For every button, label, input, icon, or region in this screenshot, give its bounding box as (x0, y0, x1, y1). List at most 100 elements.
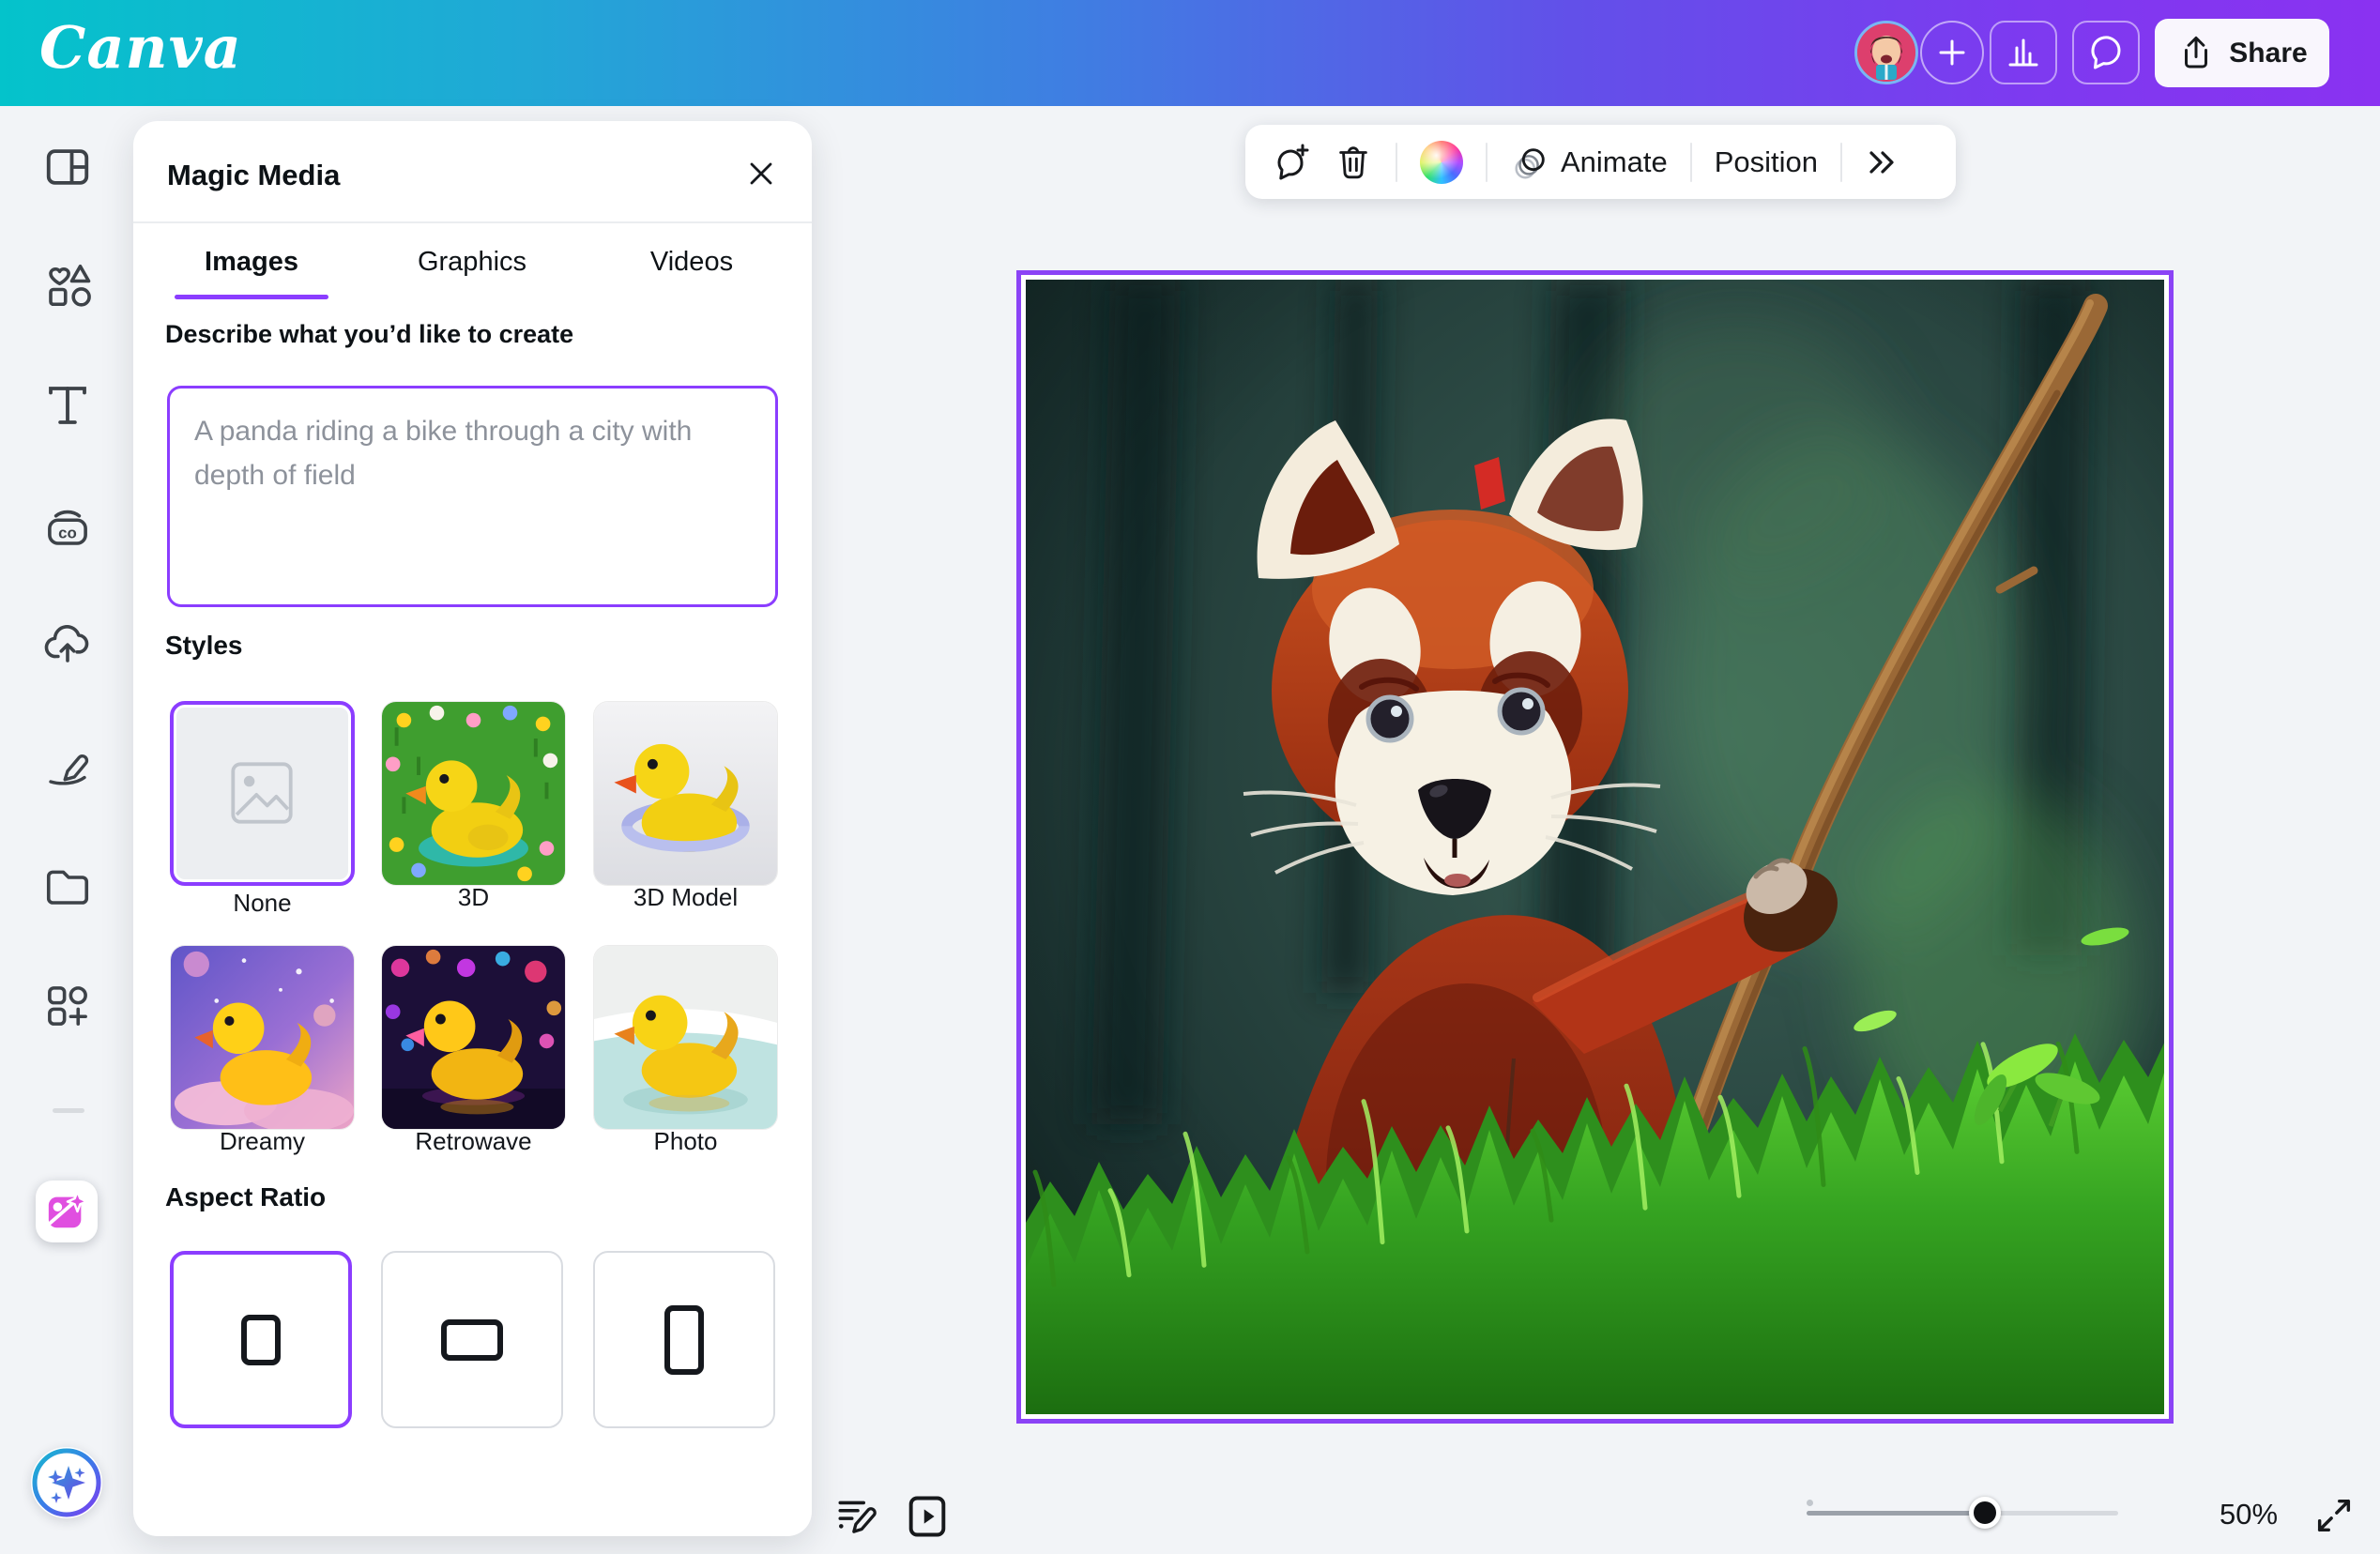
portrait-ratio-icon (664, 1305, 704, 1375)
sidebar-item-brand[interactable]: co (32, 491, 103, 562)
magic-media-panel: Magic Media Images Graphics Videos Descr… (133, 121, 812, 1536)
comment-add-icon (1270, 142, 1311, 183)
style-photo-thumbnail (594, 946, 777, 1129)
draw-icon (42, 739, 93, 790)
zoom-slider[interactable] (1807, 1511, 2118, 1516)
sidebar-item-canva-assistant[interactable] (31, 1447, 102, 1518)
active-tab-underline (175, 295, 328, 299)
style-3d-thumbnail (382, 702, 565, 885)
sidebar-item-text[interactable] (32, 370, 103, 441)
more-options-button[interactable] (1865, 145, 1899, 179)
share-icon (2176, 34, 2216, 73)
square-ratio-icon (241, 1315, 281, 1365)
share-button[interactable]: Share (2155, 19, 2329, 87)
style-label-dreamy: Dreamy (170, 1127, 355, 1156)
tab-videos[interactable]: Videos (608, 247, 775, 278)
style-option-none[interactable] (170, 701, 355, 886)
canva-editor: Canva (0, 0, 2380, 1554)
tab-images[interactable]: Images (175, 247, 328, 278)
sidebar-item-projects[interactable] (32, 850, 103, 922)
image-placeholder-icon (174, 705, 351, 882)
comments-button[interactable] (2072, 21, 2140, 84)
panel-divider (133, 221, 812, 223)
toolbar-divider (1486, 143, 1488, 182)
position-button[interactable]: Position (1715, 145, 1818, 179)
notes-button[interactable] (830, 1488, 886, 1545)
sidebar-item-magic-media[interactable] (36, 1181, 98, 1242)
style-label-3d-model: 3D Model (593, 883, 778, 912)
describe-label: Describe what you’d like to create (165, 320, 573, 349)
avatar[interactable] (1854, 21, 1918, 84)
top-bar: Canva (0, 0, 2380, 106)
insights-icon (2005, 34, 2042, 71)
insights-button[interactable] (1990, 21, 2057, 84)
text-icon (42, 380, 93, 431)
style-retrowave-thumbnail (382, 946, 565, 1129)
svg-text:co: co (58, 524, 77, 541)
aspect-option-portrait[interactable] (593, 1251, 775, 1428)
color-wheel-button[interactable] (1420, 141, 1463, 184)
generated-red-panda-image (1026, 280, 2164, 1414)
projects-icon (42, 861, 93, 911)
fullscreen-icon (2312, 1494, 2356, 1537)
style-label-photo: Photo (593, 1127, 778, 1156)
prompt-input[interactable] (167, 386, 778, 607)
zoom-slider-notch (1807, 1500, 1813, 1506)
sidebar-item-design[interactable] (32, 131, 103, 203)
canva-logo[interactable]: Canva (39, 13, 242, 82)
sidebar-item-uploads[interactable] (32, 608, 103, 679)
zoom-slider-fill (1807, 1511, 1985, 1516)
sidebar-rail: co (0, 106, 136, 1554)
uploads-icon (42, 618, 93, 669)
present-icon (903, 1492, 952, 1541)
add-member-button[interactable] (1920, 21, 1984, 84)
brand-icon: co (42, 501, 93, 552)
toolbar-divider (1690, 143, 1692, 182)
style-option-retrowave[interactable] (381, 945, 566, 1130)
toolbar-divider (1840, 143, 1842, 182)
animate-button[interactable]: Animate (1510, 143, 1668, 182)
delete-button[interactable] (1334, 143, 1373, 182)
present-button[interactable] (899, 1488, 955, 1545)
close-panel-button[interactable] (739, 151, 784, 196)
elements-icon (42, 260, 93, 311)
delete-icon (1334, 143, 1373, 182)
aspect-option-landscape[interactable] (381, 1251, 563, 1428)
style-option-photo[interactable] (593, 945, 778, 1130)
zoom-slider-knob[interactable] (1969, 1497, 2001, 1529)
style-label-3d: 3D (381, 883, 566, 912)
animate-icon (1510, 143, 1549, 182)
share-label: Share (2229, 38, 2307, 69)
magic-media-icon (45, 1190, 88, 1233)
notes-icon (834, 1493, 881, 1540)
fullscreen-button[interactable] (2307, 1488, 2361, 1543)
plus-icon (1935, 36, 1969, 69)
styles-label: Styles (165, 631, 243, 661)
sidebar-item-apps[interactable] (32, 970, 103, 1042)
panel-title: Magic Media (167, 159, 340, 192)
aspect-option-square[interactable] (170, 1251, 352, 1428)
aspect-ratio-label: Aspect Ratio (165, 1182, 326, 1212)
comment-icon (2086, 33, 2126, 72)
zoom-level[interactable]: 50% (2204, 1498, 2294, 1531)
sidebar-item-draw[interactable] (32, 729, 103, 800)
position-label: Position (1715, 145, 1818, 179)
style-dreamy-thumbnail (171, 946, 354, 1129)
canvas-page[interactable] (1016, 270, 2174, 1424)
style-label-none: None (170, 889, 355, 918)
sidebar-item-elements[interactable] (32, 250, 103, 321)
style-label-retrowave: Retrowave (381, 1127, 566, 1156)
style-option-3d[interactable] (381, 701, 566, 886)
animate-label: Animate (1561, 145, 1668, 179)
close-icon (746, 159, 776, 189)
canva-assistant-icon (31, 1447, 102, 1518)
comment-button[interactable] (1270, 142, 1311, 183)
style-3d-model-thumbnail (594, 702, 777, 885)
more-chevrons-icon (1865, 145, 1899, 179)
tab-graphics[interactable]: Graphics (387, 247, 557, 278)
style-option-3d-model[interactable] (593, 701, 778, 886)
rail-divider (53, 1108, 84, 1113)
design-icon (42, 142, 93, 192)
apps-icon (42, 981, 93, 1031)
style-option-dreamy[interactable] (170, 945, 355, 1130)
